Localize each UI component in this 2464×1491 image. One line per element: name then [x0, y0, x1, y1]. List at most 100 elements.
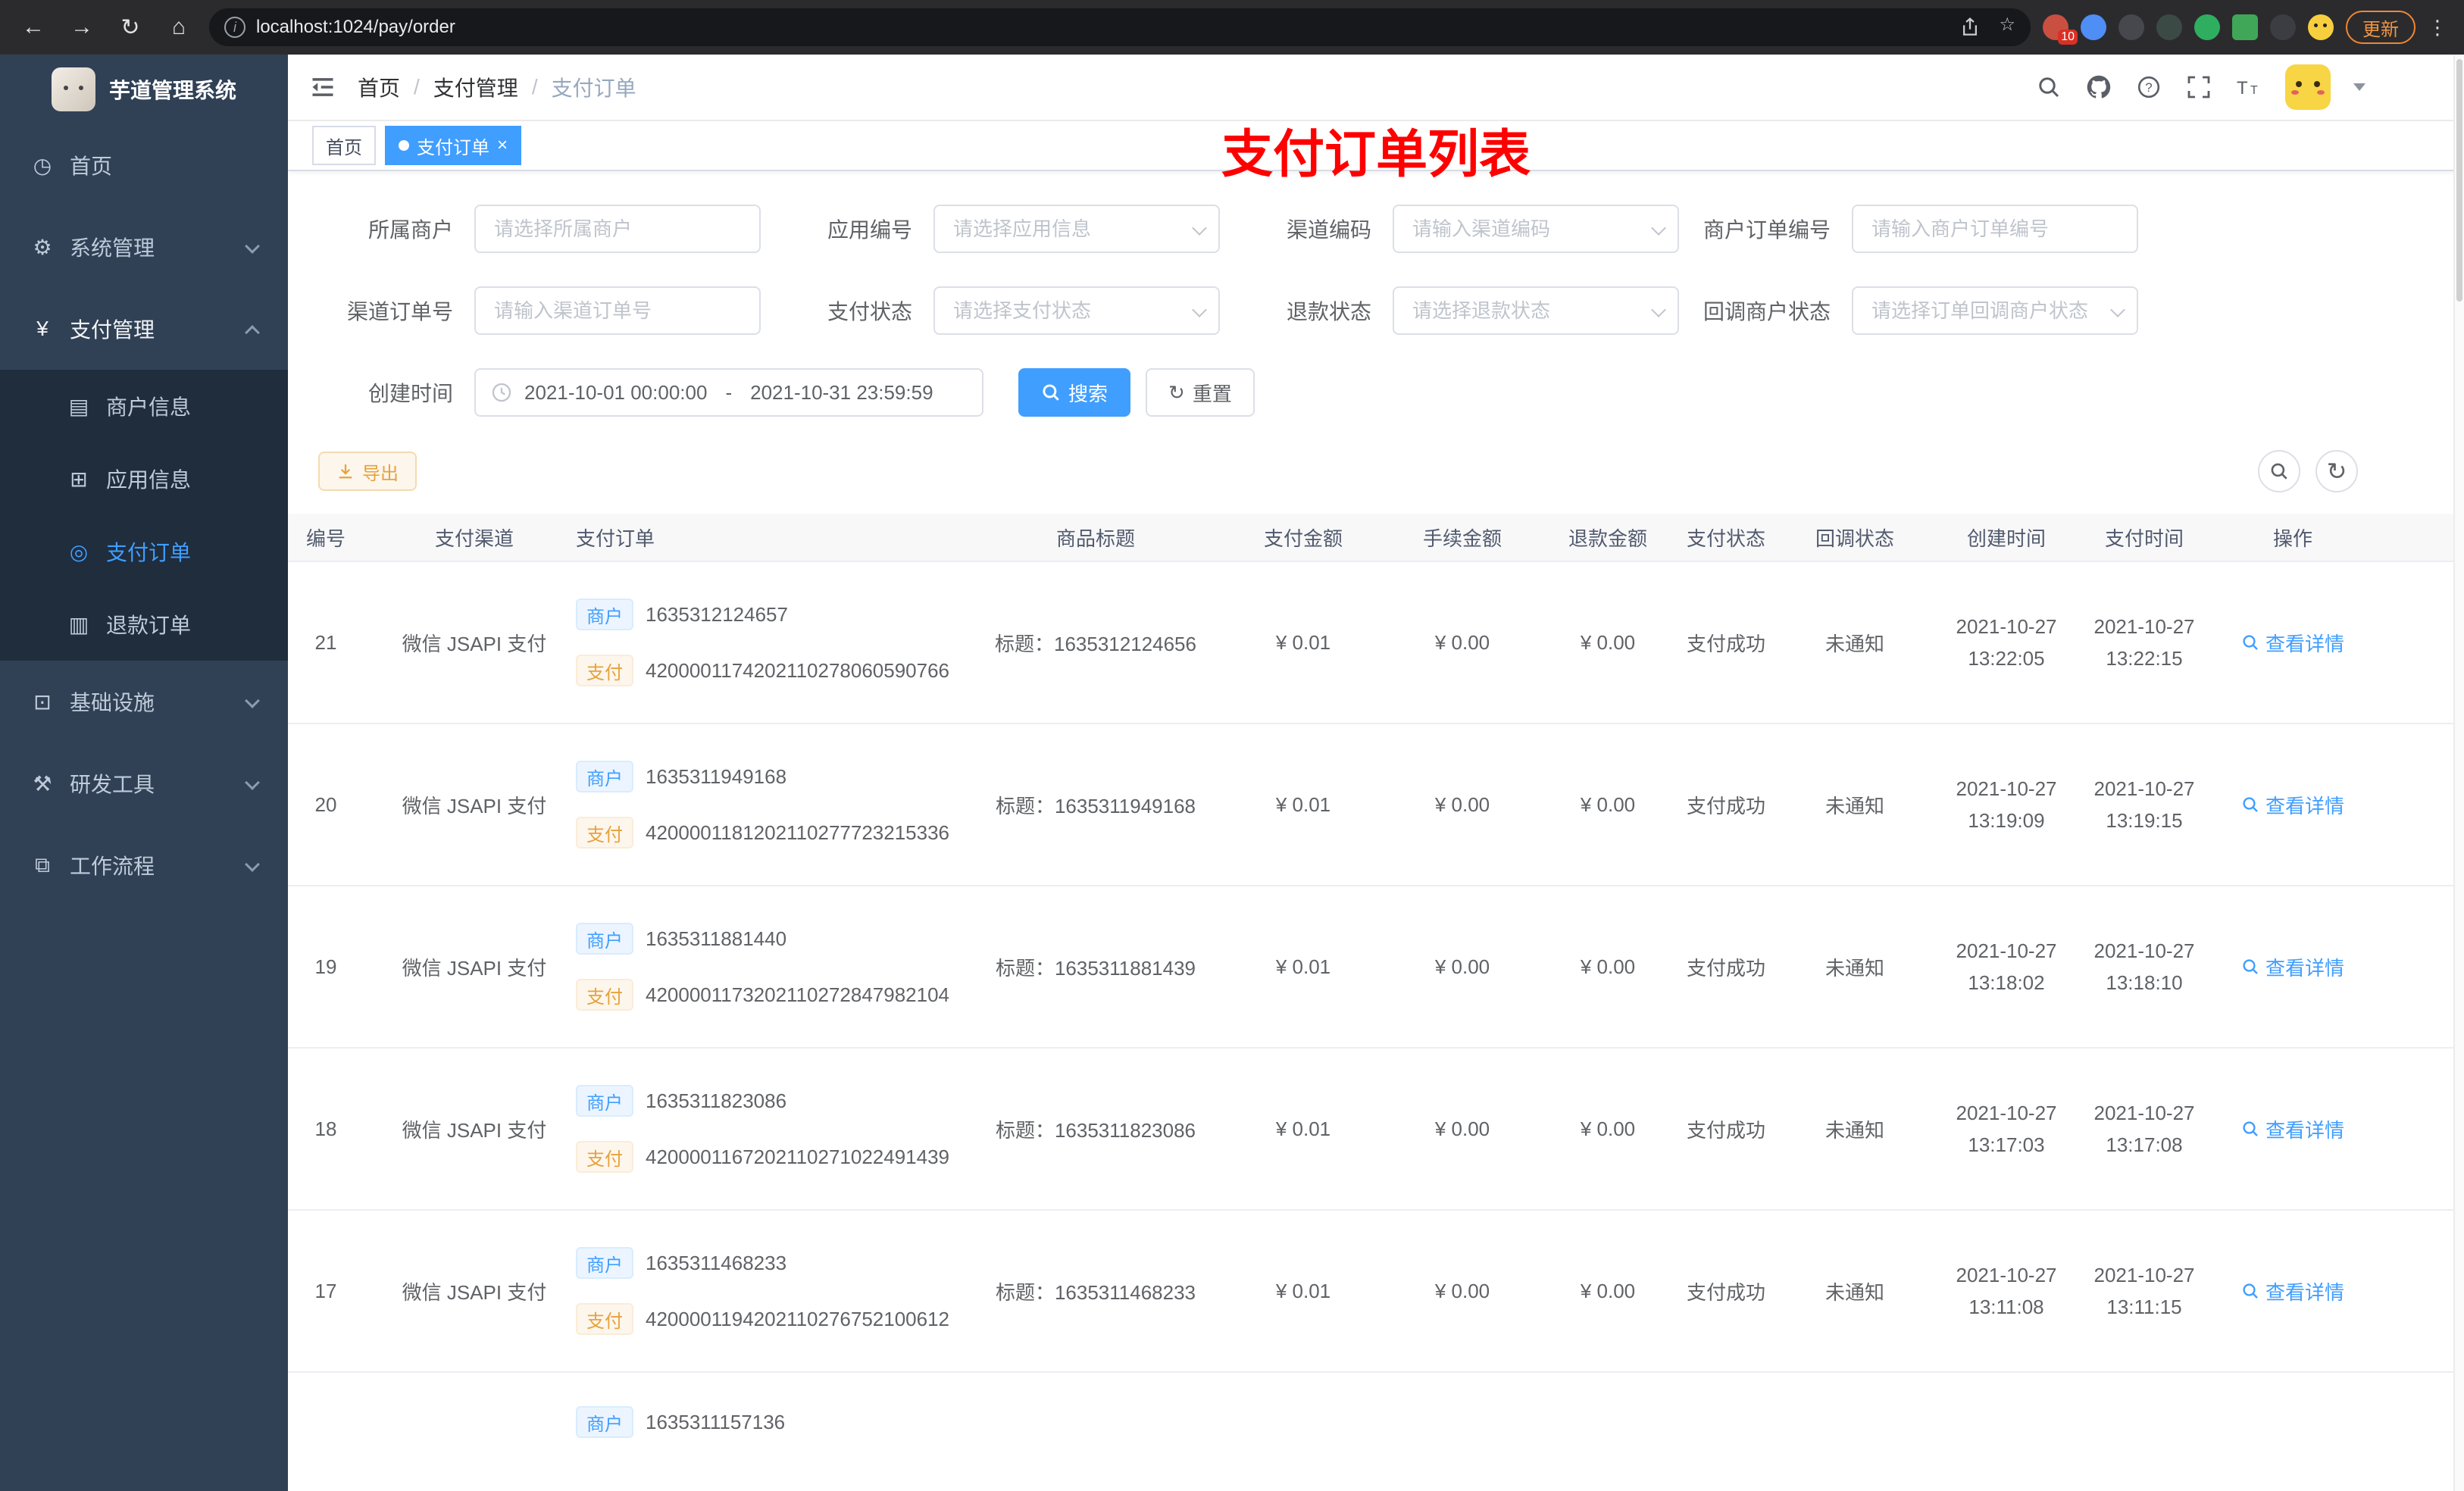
sidebar-item-home[interactable]: ◷ 首页 [0, 124, 288, 206]
svg-text:?: ? [2145, 80, 2152, 95]
extension-icon-4[interactable] [2156, 14, 2182, 40]
date-start: 2021-10-01 00:00:00 [524, 380, 708, 404]
merchant-tag: 商户 [576, 599, 633, 630]
pay-tag: 支付 [576, 979, 633, 1011]
view-detail-link[interactable]: 查看详情 [2241, 629, 2344, 657]
svg-text:T: T [2250, 84, 2258, 97]
user-caret-icon[interactable] [2353, 83, 2366, 91]
channel-order-no-input[interactable] [474, 286, 761, 335]
window-scrollbar[interactable] [2453, 55, 2464, 1491]
user-avatar[interactable] [2285, 64, 2331, 110]
view-detail-link[interactable]: 查看详情 [2241, 1115, 2344, 1143]
close-tab-icon[interactable]: × [497, 136, 508, 155]
merchant-order-no: 1635311468233 [646, 1251, 787, 1274]
sidebar-item-infrastructure[interactable]: ⊡ 基础设施 [0, 661, 288, 742]
sidebar-item-dev-tools[interactable]: ⚒ 研发工具 [0, 742, 288, 824]
sidebar-item-workflow[interactable]: ⧉ 工作流程 [0, 824, 288, 906]
clock-icon [491, 382, 512, 403]
home-icon[interactable]: ⌂ [161, 9, 197, 45]
sidebar-item-refund-order[interactable]: ▥ 退款订单 [0, 588, 288, 661]
extension-icon-7[interactable] [2270, 14, 2296, 40]
pay-tag: 支付 [576, 655, 633, 686]
scrollbar-thumb[interactable] [2456, 59, 2462, 302]
extension-icon-5[interactable] [2194, 14, 2220, 40]
breadcrumb-pay-order: 支付订单 [551, 77, 636, 100]
view-detail-link[interactable]: 查看详情 [2241, 953, 2344, 981]
fullscreen-icon[interactable] [2185, 73, 2212, 101]
logo-avatar [51, 67, 95, 111]
merchant-order-no: 1635311823086 [646, 1089, 787, 1112]
app-title: 芋道管理系统 [108, 79, 236, 102]
sidebar-item-app-info[interactable]: ⊞ 应用信息 [0, 442, 288, 515]
merchant-order-no: 1635311157136 [646, 1410, 786, 1433]
table-row: 19 微信 JSAPI 支付 商户 1635311881440 支付 4200001… [288, 886, 2464, 1049]
site-info-icon[interactable]: i [224, 17, 245, 38]
merchant-tag: 商户 [576, 1247, 633, 1279]
address-bar[interactable]: i localhost:1024/pay/order ☆ [209, 8, 2031, 46]
sidebar-item-payment[interactable]: ¥ 支付管理 [0, 288, 288, 370]
breadcrumb-home[interactable]: 首页 [358, 72, 400, 102]
search-icon[interactable] [2035, 73, 2062, 101]
app-id-select[interactable] [933, 205, 1220, 253]
breadcrumb: 首页 / 支付管理 / 支付订单 [358, 72, 636, 102]
chevron-down-icon [245, 857, 260, 872]
card-icon: ▤ [68, 394, 89, 418]
merchant-tag: 商户 [576, 923, 633, 955]
browser-update-button[interactable]: 更新 [2346, 11, 2416, 44]
grid-icon: ⊞ [70, 467, 88, 491]
tags-view-bar: 首页 支付订单 × [288, 121, 2464, 171]
table-header: 编号 支付渠道 支付订单 商品标题 支付金额 手续金额 退款金额 支付状态 回调… [288, 514, 2464, 562]
merchant-order-no: 1635312124657 [646, 602, 788, 626]
font-size-icon[interactable]: TT [2235, 73, 2262, 101]
github-icon[interactable] [2085, 73, 2112, 101]
search-button[interactable]: 搜索 [1018, 368, 1131, 417]
merchant-tag: 商户 [576, 761, 633, 792]
profile-avatar[interactable] [2308, 14, 2334, 40]
extension-icon-2[interactable] [2081, 14, 2106, 40]
bookmark-star-icon[interactable]: ☆ [1999, 14, 2015, 41]
pay-order-no: 4200001181202110277723215336 [646, 821, 950, 844]
merchant-order-no-input[interactable] [1852, 205, 2138, 253]
pay-tag: 支付 [576, 1303, 633, 1335]
merchant-filter-input[interactable] [474, 205, 761, 253]
pay-tag: 支付 [576, 1141, 633, 1173]
share-icon[interactable] [1956, 14, 1984, 41]
reload-icon[interactable]: ↻ [112, 9, 149, 45]
chevron-down-icon [245, 693, 260, 708]
refund-status-select[interactable] [1393, 286, 1679, 335]
merchant-order-no: 1635311949168 [646, 764, 787, 788]
sidebar: 芋道管理系统 ◷ 首页 ⚙ 系统管理 ¥ 支付管理 ▤ 商户信息 ⊞ 应用信息 … [0, 55, 288, 1491]
view-detail-link[interactable]: 查看详情 [2241, 1277, 2344, 1305]
page: ← → ↻ ⌂ i localhost:1024/pay/order ☆ 10 … [0, 0, 2464, 1491]
toggle-search-icon[interactable] [2258, 450, 2300, 492]
chevron-down-icon [245, 239, 260, 254]
back-icon[interactable]: ← [15, 9, 52, 45]
sidebar-item-merchant-info[interactable]: ▤ 商户信息 [0, 370, 288, 442]
gear-icon: ⚙ [33, 235, 52, 259]
channel-code-select[interactable] [1393, 205, 1679, 253]
create-time-range-picker[interactable]: 2021-10-01 00:00:00 - 2021-10-31 23:59:5… [474, 368, 983, 417]
yen-icon: ¥ [36, 317, 48, 340]
reset-button[interactable]: ↻ 重置 [1146, 368, 1255, 417]
sidebar-item-pay-order[interactable]: ◎ 支付订单 [0, 515, 288, 588]
table-toolbar: 导出 ↻ [288, 450, 2464, 492]
export-button[interactable]: 导出 [318, 452, 417, 491]
help-icon[interactable]: ? [2135, 73, 2162, 101]
breadcrumb-payment[interactable]: 支付管理 [433, 72, 518, 102]
pay-status-select[interactable] [933, 286, 1220, 335]
monitor-icon: ⊡ [33, 689, 52, 714]
content: 所属商户 应用编号 渠道编码 [288, 171, 2464, 1491]
extension-icon-3[interactable] [2118, 14, 2144, 40]
view-detail-link[interactable]: 查看详情 [2241, 791, 2344, 819]
fold-sidebar-icon[interactable] [309, 73, 336, 101]
refresh-table-icon[interactable]: ↻ [2315, 450, 2358, 492]
extension-icon-6[interactable] [2232, 14, 2258, 40]
forward-icon[interactable]: → [64, 9, 100, 45]
tab-pay-order[interactable]: 支付订单 × [385, 126, 522, 165]
notify-status-select[interactable] [1852, 286, 2138, 335]
sidebar-item-system[interactable]: ⚙ 系统管理 [0, 206, 288, 288]
extension-icon-1[interactable]: 10 [2043, 14, 2078, 45]
table-row: 商户 1635311157136 [288, 1373, 2464, 1482]
tab-home[interactable]: 首页 [312, 126, 376, 165]
browser-menu-icon[interactable]: ⋮ [2428, 16, 2449, 39]
